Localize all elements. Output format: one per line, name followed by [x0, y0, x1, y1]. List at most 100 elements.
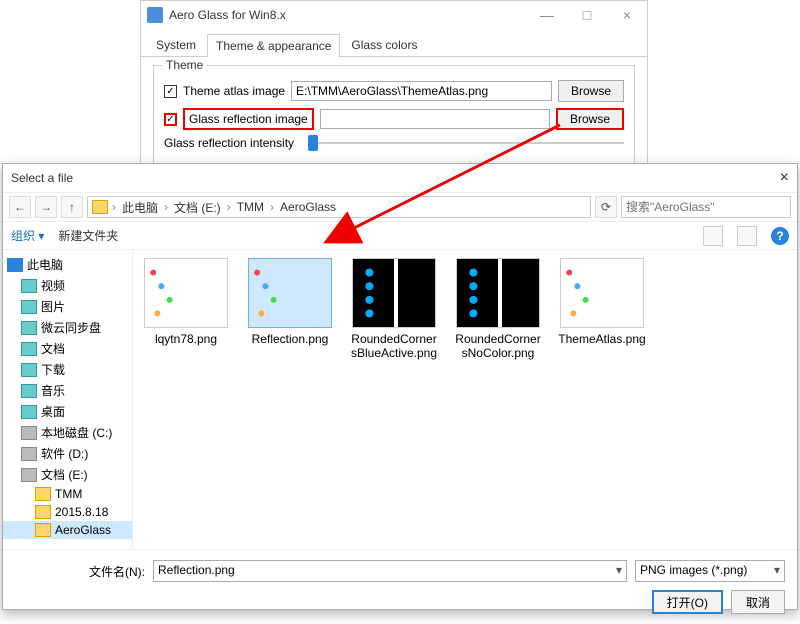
- atlas-path-input[interactable]: [291, 81, 552, 101]
- tab-theme-appearance[interactable]: Theme & appearance: [207, 34, 340, 57]
- tree-label: 图片: [41, 298, 65, 315]
- file-item[interactable]: lqytn78.png: [141, 258, 231, 346]
- tree-item[interactable]: 桌面: [3, 401, 132, 422]
- atlas-label: Theme atlas image: [183, 84, 285, 98]
- open-button[interactable]: 打开(O): [652, 590, 723, 614]
- file-thumbnail: [352, 258, 436, 328]
- tree-label: 本地磁盘 (C:): [41, 424, 112, 441]
- tree-item[interactable]: 文档: [3, 338, 132, 359]
- tree-item[interactable]: 文档 (E:): [3, 464, 132, 485]
- nav-forward-button[interactable]: →: [35, 196, 57, 218]
- tree-item[interactable]: 视频: [3, 275, 132, 296]
- reflection-path-input[interactable]: [320, 109, 550, 129]
- tree-item[interactable]: AeroGlass: [3, 521, 132, 539]
- tree-item[interactable]: 本地磁盘 (C:): [3, 422, 132, 443]
- file-item[interactable]: ThemeAtlas.png: [557, 258, 647, 346]
- intensity-slider[interactable]: [308, 142, 624, 144]
- tree-label: 文档 (E:): [41, 466, 88, 483]
- tree-icon: [21, 279, 37, 293]
- close-button[interactable]: ×: [607, 1, 647, 29]
- dialog-titlebar: Select a file ×: [3, 164, 797, 192]
- nav-bar: ← → ↑ › 此电脑› 文档 (E:)› TMM› AeroGlass ⟳: [3, 192, 797, 222]
- tree-item[interactable]: 下载: [3, 359, 132, 380]
- file-name: ThemeAtlas.png: [557, 332, 647, 346]
- tree-item[interactable]: 此电脑: [3, 254, 132, 275]
- tree-icon: [21, 363, 37, 377]
- file-thumbnail: [456, 258, 540, 328]
- aero-titlebar: Aero Glass for Win8.x — □ ×: [141, 1, 647, 29]
- file-item[interactable]: RoundedCornersBlueActive.png: [349, 258, 439, 361]
- file-name: Reflection.png: [245, 332, 335, 346]
- aero-glass-window: Aero Glass for Win8.x — □ × System Theme…: [140, 0, 648, 174]
- minimize-button[interactable]: —: [527, 1, 567, 29]
- tree-icon: [7, 258, 23, 272]
- breadcrumb[interactable]: TMM: [235, 200, 266, 214]
- dialog-close-button[interactable]: ×: [780, 169, 789, 187]
- tree-icon: [21, 300, 37, 314]
- file-name: RoundedCornersNoColor.png: [453, 332, 543, 361]
- file-thumbnail: [248, 258, 332, 328]
- nav-back-button[interactable]: ←: [9, 196, 31, 218]
- address-bar[interactable]: › 此电脑› 文档 (E:)› TMM› AeroGlass: [87, 196, 591, 218]
- tree-icon: [21, 426, 37, 440]
- tabs: System Theme & appearance Glass colors: [141, 29, 647, 57]
- window-title: Aero Glass for Win8.x: [169, 8, 527, 22]
- dialog-bottom: 文件名(N): Reflection.png PNG images (*.png…: [3, 549, 797, 624]
- reflection-browse-button[interactable]: Browse: [556, 108, 624, 130]
- tab-system[interactable]: System: [147, 33, 205, 56]
- tree-label: 文档: [41, 340, 65, 357]
- tree-icon: [21, 405, 37, 419]
- file-item[interactable]: RoundedCornersNoColor.png: [453, 258, 543, 361]
- tree-item[interactable]: 2015.8.18: [3, 503, 132, 521]
- tree-icon: [35, 505, 51, 519]
- filename-input[interactable]: Reflection.png: [153, 560, 627, 582]
- preview-icon[interactable]: [737, 226, 757, 246]
- folder-tree: 此电脑视频图片微云同步盘文档下载音乐桌面本地磁盘 (C:) 软件 (D:) 文档 (…: [3, 250, 133, 549]
- nav-up-button[interactable]: ↑: [61, 196, 83, 218]
- file-open-dialog: Select a file × ← → ↑ › 此电脑› 文档 (E:)› TM…: [2, 163, 798, 610]
- tree-item[interactable]: 图片: [3, 296, 132, 317]
- file-area: lqytn78.png Reflection.png RoundedCornersB…: [133, 250, 797, 549]
- filename-label: 文件名(N):: [15, 563, 145, 580]
- maximize-button[interactable]: □: [567, 1, 607, 29]
- tree-item[interactable]: 音乐: [3, 380, 132, 401]
- breadcrumb[interactable]: 文档 (E:): [172, 199, 223, 216]
- dialog-title: Select a file: [11, 171, 780, 185]
- tree-icon: [21, 447, 37, 461]
- tree-label: 此电脑: [27, 256, 63, 273]
- view-icon[interactable]: [703, 226, 723, 246]
- tree-label: 下载: [41, 361, 65, 378]
- reflection-label: Glass reflection image: [183, 108, 314, 130]
- theme-group: Theme ✓ Theme atlas image Browse ✓ Glass…: [153, 65, 635, 165]
- toolbar: 组织 ▾ 新建文件夹 ?: [3, 222, 797, 250]
- cancel-button[interactable]: 取消: [731, 590, 785, 614]
- tab-glass-colors[interactable]: Glass colors: [342, 33, 426, 56]
- reflection-checkbox[interactable]: ✓: [164, 113, 177, 126]
- search-input[interactable]: [621, 196, 791, 218]
- tree-icon: [21, 342, 37, 356]
- tree-icon: [35, 487, 51, 501]
- file-item[interactable]: Reflection.png: [245, 258, 335, 346]
- breadcrumb[interactable]: 此电脑: [120, 199, 160, 216]
- file-thumbnail: [560, 258, 644, 328]
- tree-icon: [21, 384, 37, 398]
- breadcrumb[interactable]: AeroGlass: [278, 200, 338, 214]
- tree-label: 桌面: [41, 403, 65, 420]
- file-name: lqytn78.png: [141, 332, 231, 346]
- tree-item[interactable]: 软件 (D:): [3, 443, 132, 464]
- tree-label: AeroGlass: [55, 523, 111, 537]
- tree-icon: [21, 321, 37, 335]
- atlas-checkbox[interactable]: ✓: [164, 85, 177, 98]
- tree-label: TMM: [55, 487, 82, 501]
- tree-item[interactable]: 微云同步盘: [3, 317, 132, 338]
- atlas-browse-button[interactable]: Browse: [558, 80, 624, 102]
- tree-item[interactable]: TMM: [3, 485, 132, 503]
- refresh-button[interactable]: ⟳: [595, 196, 617, 218]
- tree-label: 软件 (D:): [41, 445, 88, 462]
- organize-button[interactable]: 组织 ▾: [11, 227, 44, 244]
- tree-icon: [35, 523, 51, 537]
- new-folder-button[interactable]: 新建文件夹: [58, 227, 118, 244]
- tree-label: 视频: [41, 277, 65, 294]
- filter-dropdown[interactable]: PNG images (*.png): [635, 560, 785, 582]
- help-icon[interactable]: ?: [771, 227, 789, 245]
